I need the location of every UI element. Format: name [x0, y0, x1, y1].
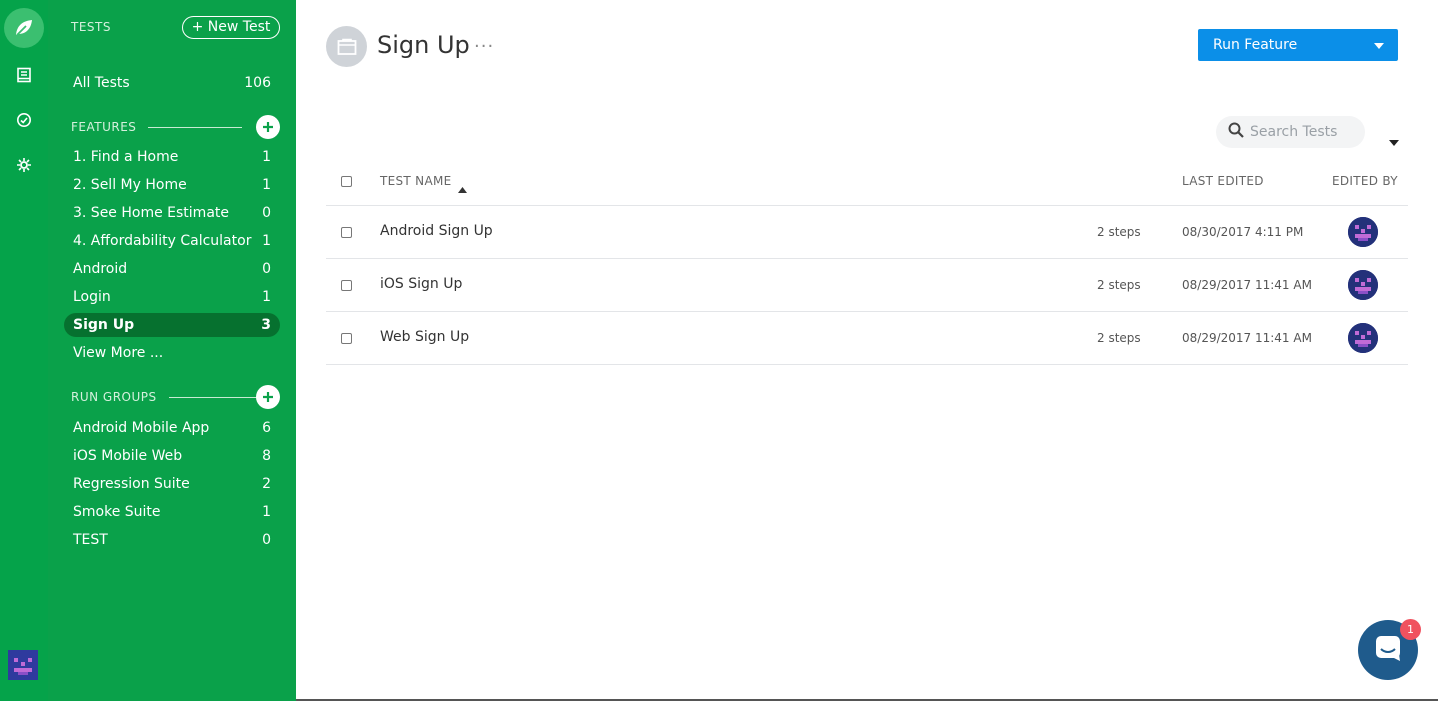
last-edited-date: 08/29/2017 11:41 AM — [1182, 278, 1312, 292]
sidebar-item-label: Android — [73, 261, 128, 277]
run-feature-label: Run Feature — [1213, 37, 1298, 53]
search-input[interactable] — [1250, 124, 1360, 140]
row-checkbox[interactable] — [341, 333, 352, 344]
test-name[interactable]: Android Sign Up — [380, 223, 493, 239]
column-header-edited-by[interactable]: EDITED BY — [1332, 174, 1398, 188]
test-steps: 2 steps — [1097, 278, 1141, 292]
sidebar-item-count: 3 — [261, 317, 271, 333]
view-more-label: View More ... — [73, 345, 164, 361]
icon-rail — [0, 0, 48, 701]
filter-caret-down-icon[interactable] — [1389, 131, 1399, 150]
settings-gear-icon[interactable] — [14, 155, 34, 175]
sidebar-item-feature[interactable]: 4. Affordability Calculator 1 — [64, 229, 280, 253]
run-groups-heading: RUN GROUPS — [71, 390, 157, 404]
sidebar: TESTS + New Test All Tests 106 FEATURES … — [48, 0, 296, 701]
search-box[interactable] — [1216, 116, 1365, 148]
sidebar-item-label: 4. Affordability Calculator — [73, 233, 252, 249]
sidebar-item-count: 6 — [262, 420, 271, 436]
row-checkbox[interactable] — [341, 280, 352, 291]
tests-heading: TESTS — [71, 20, 111, 34]
last-edited-date: 08/30/2017 4:11 PM — [1182, 225, 1304, 239]
features-section-header: FEATURES — [71, 120, 243, 134]
sidebar-item-count: 1 — [262, 289, 271, 305]
features-heading: FEATURES — [71, 120, 137, 134]
search-icon — [1228, 122, 1244, 142]
new-test-button[interactable]: + New Test — [182, 16, 280, 39]
column-header-test-name[interactable]: TEST NAME — [380, 174, 452, 188]
editor-avatar — [1348, 217, 1378, 247]
editor-avatar — [1348, 270, 1378, 300]
sidebar-item-label: 3. See Home Estimate — [73, 205, 230, 221]
sidebar-item-label: Android Mobile App — [73, 420, 210, 436]
sidebar-item-feature-active[interactable]: Sign Up 3 — [64, 313, 280, 337]
add-feature-icon[interactable] — [256, 115, 280, 139]
sidebar-item-count: 8 — [262, 448, 271, 464]
sidebar-item-count: 0 — [262, 205, 271, 221]
sidebar-item-count: 0 — [262, 532, 271, 548]
test-name[interactable]: iOS Sign Up — [380, 276, 462, 292]
view-more-link[interactable]: View More ... — [64, 341, 280, 365]
sidebar-item-feature[interactable]: Login 1 — [64, 285, 280, 309]
sidebar-item-label: All Tests — [73, 75, 130, 91]
main-content: Sign Up ··· Run Feature TEST NAME LAST E… — [296, 0, 1438, 701]
select-all-checkbox[interactable] — [341, 176, 352, 187]
add-run-group-icon[interactable] — [256, 385, 280, 409]
dashboard-icon[interactable] — [14, 110, 34, 130]
last-edited-date: 08/29/2017 11:41 AM — [1182, 331, 1312, 345]
test-steps: 2 steps — [1097, 225, 1141, 239]
chat-notification-badge: 1 — [1400, 619, 1421, 640]
sidebar-item-label: Smoke Suite — [73, 504, 161, 520]
run-feature-button[interactable]: Run Feature — [1198, 29, 1398, 61]
test-steps: 2 steps — [1097, 331, 1141, 345]
sidebar-item-feature[interactable]: 1. Find a Home 1 — [64, 145, 280, 169]
sidebar-item-count: 106 — [244, 75, 271, 91]
sidebar-item-feature[interactable]: 3. See Home Estimate 0 — [64, 201, 280, 225]
sidebar-item-run-group[interactable]: TEST 0 — [64, 528, 280, 552]
tests-book-icon[interactable] — [14, 65, 34, 85]
more-options-icon[interactable]: ··· — [474, 36, 494, 57]
sidebar-item-label: 2. Sell My Home — [73, 177, 187, 193]
feature-folder-icon — [326, 26, 367, 67]
sidebar-item-label: TEST — [73, 532, 108, 548]
sort-ascending-icon[interactable] — [458, 178, 467, 197]
user-avatar[interactable] — [8, 650, 38, 680]
sidebar-item-feature[interactable]: Android 0 — [64, 257, 280, 281]
sidebar-item-label: Sign Up — [73, 317, 135, 333]
sidebar-item-label: Login — [73, 289, 111, 305]
sidebar-item-count: 1 — [262, 149, 271, 165]
sidebar-item-run-group[interactable]: iOS Mobile Web 8 — [64, 444, 280, 468]
sidebar-item-count: 1 — [262, 177, 271, 193]
sidebar-item-count: 1 — [262, 233, 271, 249]
sidebar-item-run-group[interactable]: Android Mobile App 6 — [64, 416, 280, 440]
sidebar-item-run-group[interactable]: Regression Suite 2 — [64, 472, 280, 496]
page-title: Sign Up — [377, 31, 470, 59]
sidebar-item-feature[interactable]: 2. Sell My Home 1 — [64, 173, 280, 197]
test-name[interactable]: Web Sign Up — [380, 329, 469, 345]
sidebar-item-label: 1. Find a Home — [73, 149, 179, 165]
table-header: TEST NAME LAST EDITED EDITED BY — [326, 166, 1408, 206]
sidebar-item-all-tests[interactable]: All Tests 106 — [64, 71, 280, 95]
divider — [148, 126, 243, 128]
table-row[interactable]: iOS Sign Up 2 steps 08/29/2017 11:41 AM — [326, 259, 1408, 312]
sidebar-item-label: iOS Mobile Web — [73, 448, 183, 464]
caret-down-icon[interactable] — [1374, 37, 1384, 53]
table-row[interactable]: Android Sign Up 2 steps 08/30/2017 4:11 … — [326, 206, 1408, 259]
column-header-last-edited[interactable]: LAST EDITED — [1182, 174, 1264, 188]
sidebar-item-run-group[interactable]: Smoke Suite 1 — [64, 500, 280, 524]
sidebar-item-count: 0 — [262, 261, 271, 277]
leaf-logo-icon[interactable] — [4, 8, 44, 48]
sidebar-item-count: 1 — [262, 504, 271, 520]
sidebar-item-count: 2 — [262, 476, 271, 492]
table-row[interactable]: Web Sign Up 2 steps 08/29/2017 11:41 AM — [326, 312, 1408, 365]
divider — [168, 396, 258, 398]
run-groups-section-header: RUN GROUPS — [71, 390, 258, 404]
row-checkbox[interactable] — [341, 227, 352, 238]
sidebar-item-label: Regression Suite — [73, 476, 190, 492]
chat-icon — [1374, 634, 1402, 666]
editor-avatar — [1348, 323, 1378, 353]
